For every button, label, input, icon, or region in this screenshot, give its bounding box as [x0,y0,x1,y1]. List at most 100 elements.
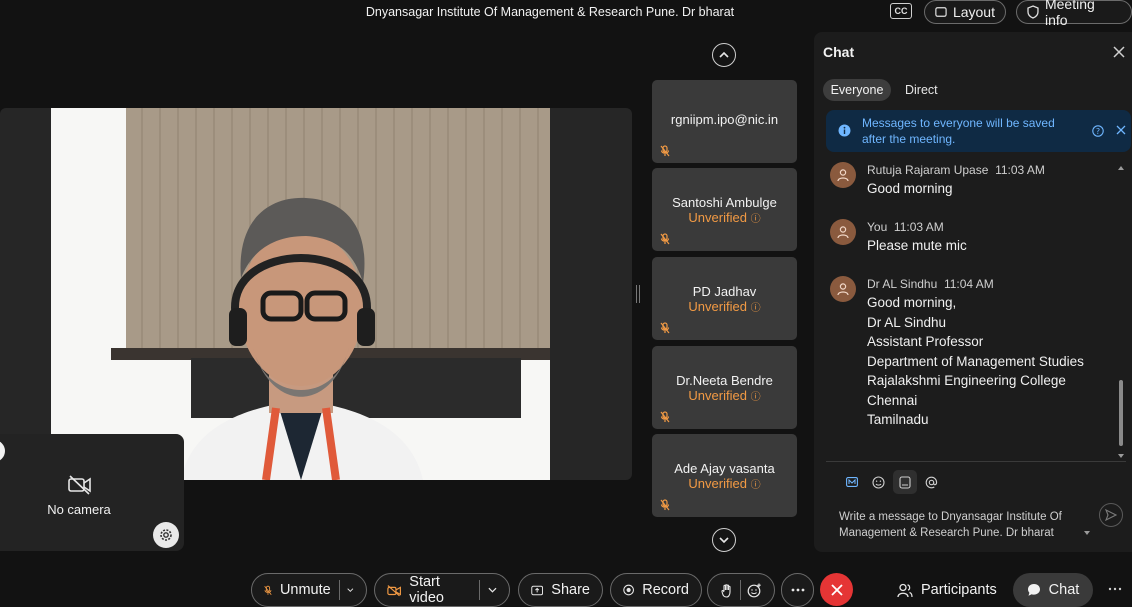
active-speaker-video[interactable] [0,108,632,480]
overflow-icon[interactable] [1108,587,1122,591]
participant-name: PD Jadhav [692,284,757,299]
notice-close-icon[interactable] [1116,125,1126,135]
close-icon[interactable] [1112,45,1126,59]
avatar [830,162,856,188]
emoji-button[interactable] [869,473,887,491]
share-button[interactable]: Share [518,573,603,607]
chevron-down-icon [719,537,729,544]
close-icon [830,583,843,596]
chat-scrollbar-thumb[interactable] [1119,380,1123,446]
participant-name: Santoshi Ambulge [672,195,777,210]
message-header: You 11:03 AM [867,220,944,234]
participant-tile[interactable]: Ade Ajay vasanta Unverified ⓘ [652,434,797,517]
avatar [830,276,856,302]
emoji-reaction-icon[interactable] [747,583,762,598]
unmute-label: Unmute [279,582,331,598]
resize-handle[interactable] [636,285,640,303]
message-text: Rajalakshmi Engineering College [867,373,1066,388]
start-video-button[interactable]: Start video [374,573,510,607]
chat-label: Chat [1048,582,1080,598]
chat-bubble-icon [1027,584,1040,596]
mic-muted-icon [264,585,272,595]
chevron-down-icon[interactable] [488,587,497,593]
send-icon [1105,509,1117,521]
layout-button[interactable]: Layout [924,0,1006,24]
chat-input-placeholder: Write a message to Dnyansagar Institute … [839,511,1062,539]
composer-divider [826,461,1126,462]
participant-tile[interactable]: PD Jadhav Unverified ⓘ [652,257,797,340]
chat-title: Chat [823,44,855,60]
camera-off-icon [387,584,401,596]
mic-muted-icon [660,145,670,157]
layout-label: Layout [952,4,995,20]
markdown-icon [846,477,858,487]
camera-off-icon [68,475,91,495]
message-header: Dr AL Sindhu 11:04 AM [867,277,994,291]
unmute-button[interactable]: Unmute [251,573,367,607]
avatar [830,219,856,245]
scroll-down-button[interactable] [712,528,736,552]
more-horizontal-icon [791,588,804,592]
layout-icon [935,7,947,17]
chevron-down-icon[interactable] [347,587,354,593]
smiley-icon [871,475,885,489]
record-button[interactable]: Record [610,573,702,607]
share-label: Share [551,582,590,598]
participant-name: Dr.Neeta Bendre [676,373,773,388]
info-icon [838,124,851,137]
message-sender: You [867,220,888,234]
message-sender: Rutuja Rajaram Upase [867,163,989,177]
closed-captions-button[interactable]: CC [890,3,912,19]
chat-button[interactable]: Chat [1013,573,1093,607]
participant-name: rgniipm.ipo@nic.in [670,112,779,127]
at-sign-icon [925,476,937,488]
tab-direct[interactable]: Direct [905,79,938,101]
record-label: Record [642,582,689,598]
more-options-button[interactable] [781,573,814,607]
unverified-badge: Unverified ⓘ [688,299,761,314]
message-text: Good morning [867,181,953,196]
speaker-video-image [51,108,550,480]
help-icon[interactable]: ? [1092,125,1104,137]
end-call-button[interactable] [820,573,853,606]
mic-muted-icon [660,499,670,511]
share-screen-icon [531,585,544,595]
button-separator [338,580,340,600]
mic-muted-icon [660,233,670,245]
gif-button[interactable] [893,470,917,494]
send-button[interactable] [1099,503,1123,527]
participants-label: Participants [921,582,997,598]
no-camera-label: No camera [47,502,111,517]
message-text: Tamilnadu [867,412,929,427]
participant-tile[interactable]: Dr.Neeta Bendre Unverified ⓘ [652,346,797,429]
chat-notice-text: Messages to everyone will be saved after… [862,116,1055,146]
message-body: Good morning, Dr AL Sindhu Assistant Pro… [867,293,1084,430]
self-view-settings-button[interactable] [153,522,179,548]
raise-hand-icon[interactable] [720,583,734,598]
chevron-up-icon [719,51,729,58]
message-time: 11:03 AM [995,163,1045,177]
image-icon [899,475,911,489]
meeting-info-label: Meeting info [1044,0,1095,28]
participant-tile[interactable]: rgniipm.ipo@nic.in [652,80,797,163]
message-text: Good morning, [867,295,957,310]
speaker-video-frame [51,108,550,480]
unverified-badge: Unverified ⓘ [688,476,761,491]
svg-text:?: ? [1096,127,1100,136]
people-icon [897,583,913,597]
person-icon [837,169,849,182]
shield-icon [1027,5,1039,19]
reactions-group[interactable] [707,573,775,607]
tab-everyone[interactable]: Everyone [823,79,891,101]
format-button[interactable] [843,473,861,491]
message-time: 11:03 AM [893,220,944,234]
participants-button[interactable]: Participants [897,573,997,607]
participant-name: Ade Ajay vasanta [674,461,775,476]
participant-tile[interactable]: Santoshi Ambulge Unverified ⓘ [652,168,797,251]
gear-icon [160,529,172,541]
mention-button[interactable] [922,473,940,491]
message-header: Rutuja Rajaram Upase 11:03 AM [867,163,1045,177]
message-text: Assistant Professor [867,334,984,349]
scroll-up-button[interactable] [712,43,736,67]
meeting-info-button[interactable]: Meeting info [1016,0,1132,28]
